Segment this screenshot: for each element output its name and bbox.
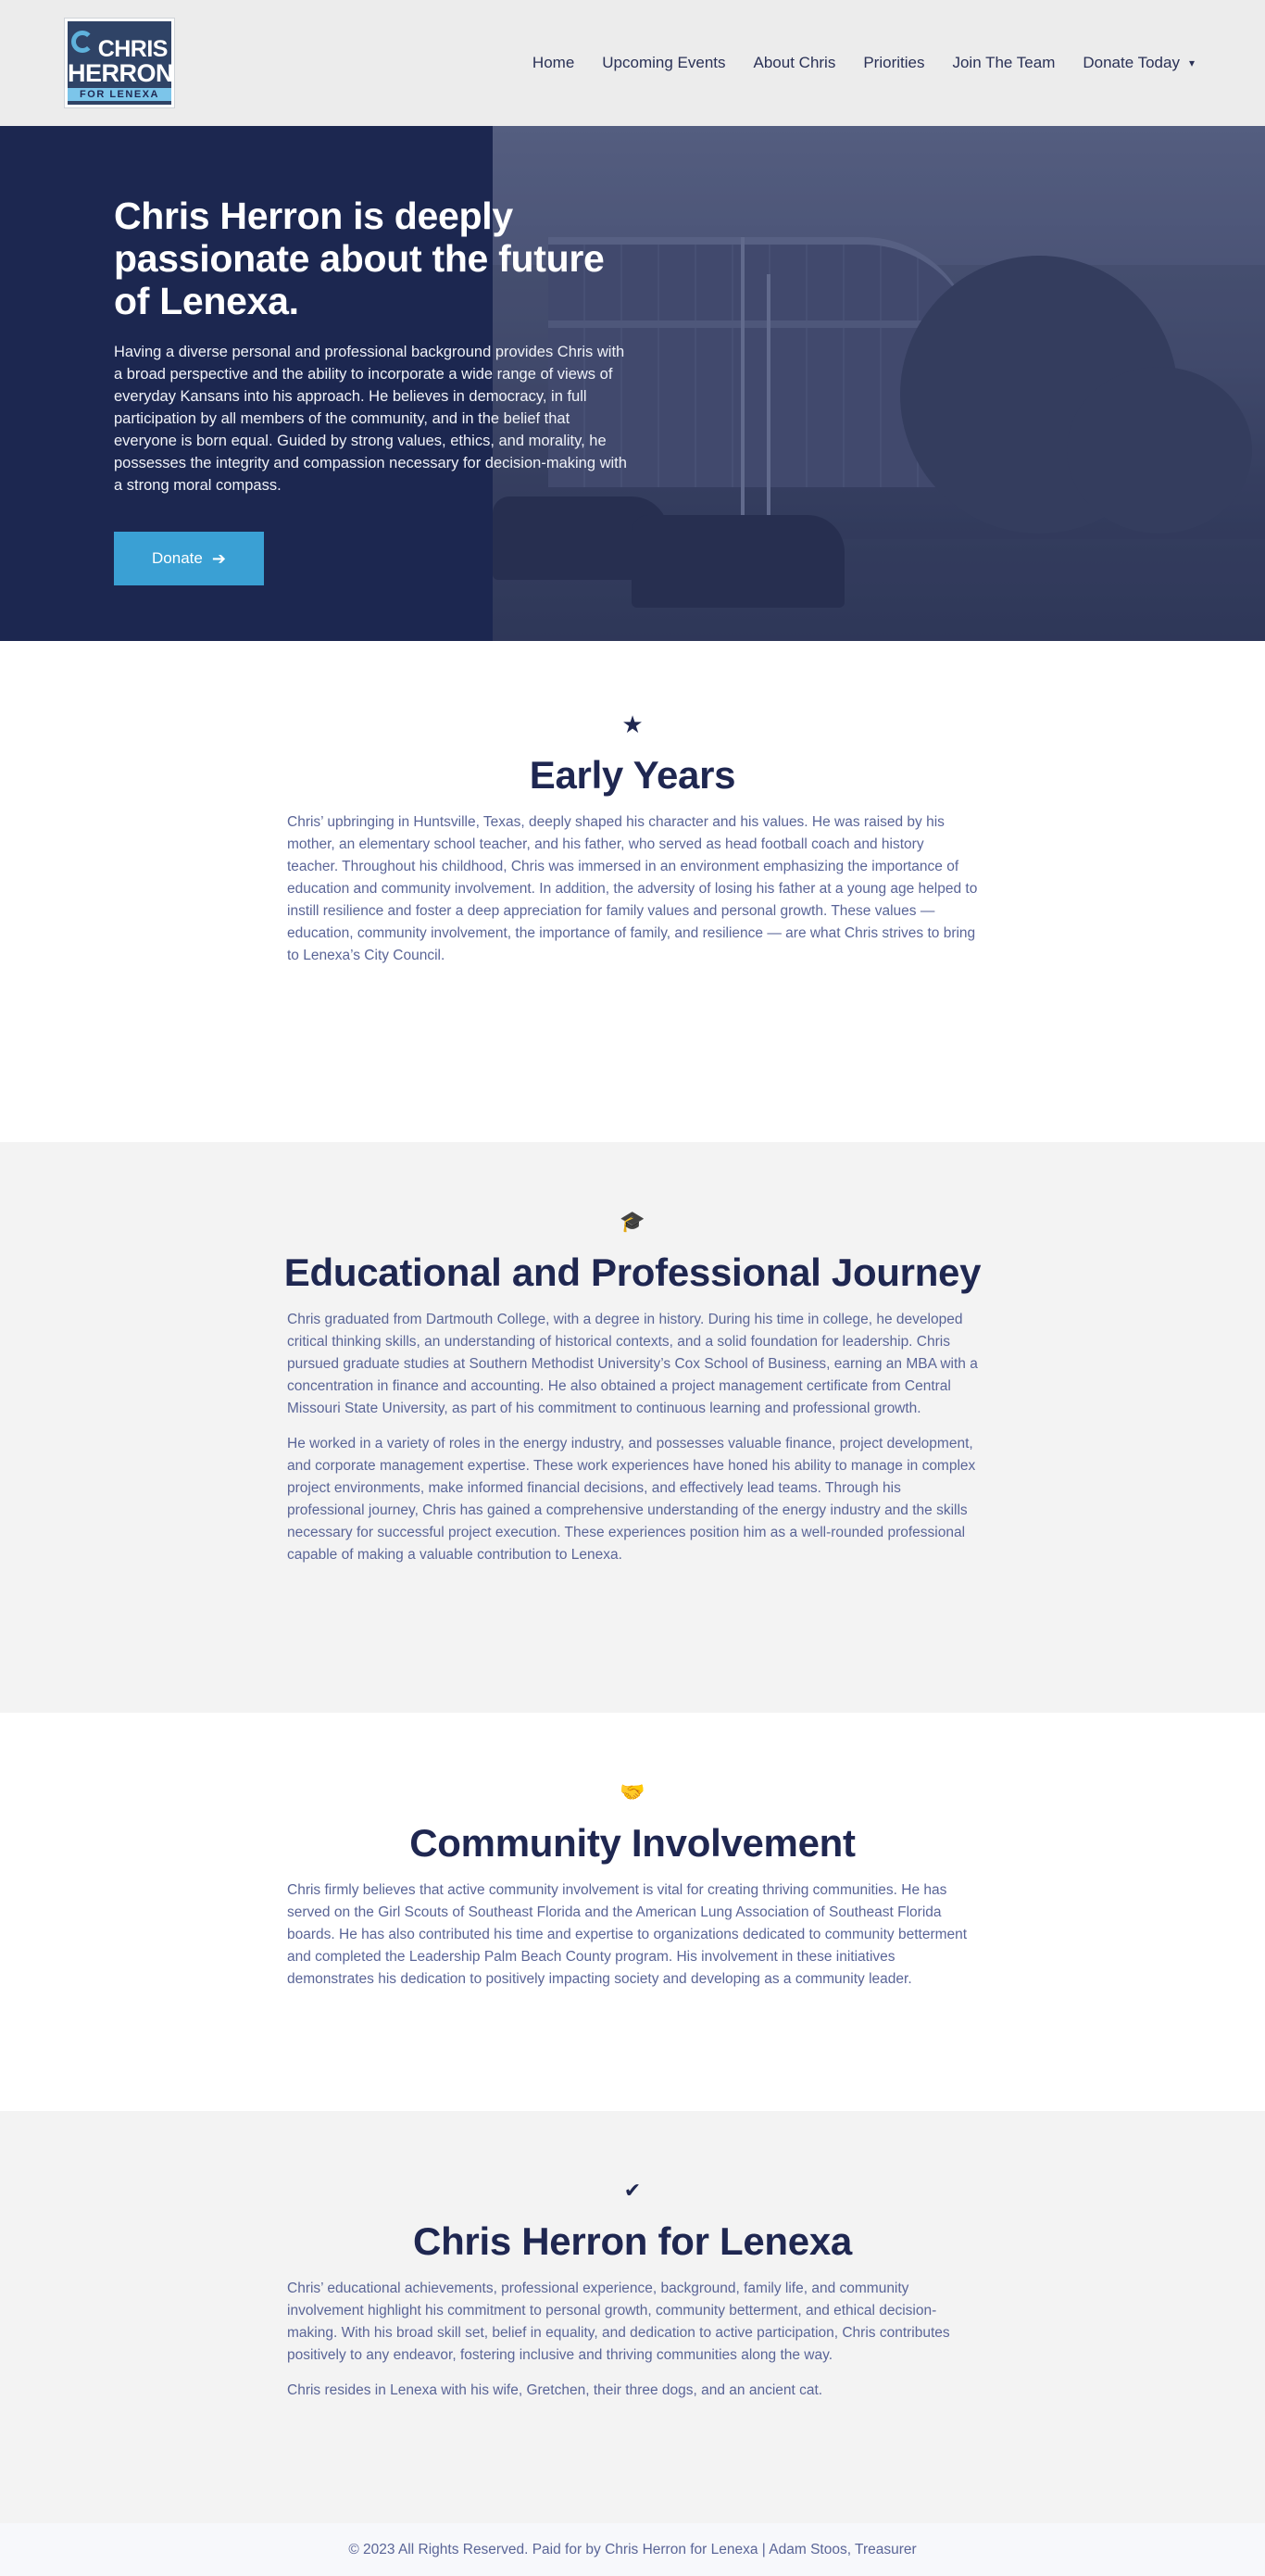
section-for-lenexa: ✔ Chris Herron for Lenexa Chris’ educati… <box>0 2111 1265 2523</box>
section-community-involvement: 🤝 Community Involvement Chris firmly bel… <box>0 1713 1265 2111</box>
section-paragraph: Chris’ upbringing in Huntsville, Texas, … <box>287 814 978 963</box>
checkmark-icon: ✔ <box>623 2179 642 2202</box>
main-nav: Home Upcoming Events About Chris Priorit… <box>519 54 1200 72</box>
section-body: Chris’ educational achievements, profess… <box>287 2278 978 2402</box>
site-footer: © 2023 All Rights Reserved. Paid for by … <box>0 2523 1265 2576</box>
nav-priorities[interactable]: Priorities <box>849 54 938 72</box>
footer-text: © 2023 All Rights Reserved. Paid for by … <box>348 2541 917 2557</box>
arrow-right-icon: ➔ <box>211 548 226 568</box>
section-body: Chris’ upbringing in Huntsville, Texas, … <box>287 811 978 967</box>
hero-text: Having a diverse personal and profession… <box>114 344 627 494</box>
section-title: Community Involvement <box>409 1821 856 1865</box>
graduation-cap-icon: 🎓 <box>620 1210 645 1233</box>
section-title: Educational and Professional Journey <box>283 1250 982 1294</box>
nav-about-chris[interactable]: About Chris <box>740 54 850 72</box>
hero: Chris Herron is deeply passionate about … <box>0 126 1265 641</box>
nav-upcoming-events[interactable]: Upcoming Events <box>588 54 739 72</box>
logo-line-3: FOR LENEXA <box>68 88 171 101</box>
section-body: Chris graduated from Dartmouth College, … <box>287 1309 978 1566</box>
site-logo[interactable]: CHRIS HERRON FOR LENEXA <box>65 19 174 107</box>
donate-button[interactable]: Donate ➔ <box>114 532 264 585</box>
section-paragraph: Chris graduated from Dartmouth College, … <box>287 1312 978 1416</box>
section-paragraph: Chris’ educational achievements, profess… <box>287 2281 950 2363</box>
chevron-down-icon[interactable]: ▾ <box>1189 57 1195 69</box>
section-paragraph: He worked in a variety of roles in the e… <box>287 1436 976 1563</box>
site-header: CHRIS HERRON FOR LENEXA Home Upcoming Ev… <box>0 0 1265 126</box>
section-educational-journey: 🎓 Educational and Professional Journey C… <box>0 1142 1265 1713</box>
logo-line-2: HERRON <box>68 59 174 87</box>
section-body: Chris firmly believes that active commun… <box>287 1879 978 1991</box>
star-icon: ★ <box>621 710 644 738</box>
section-paragraph: Chris firmly believes that active commun… <box>287 1882 968 1987</box>
donate-button-label: Donate <box>152 549 203 567</box>
hero-title: Chris Herron is deeply passionate about … <box>114 195 605 322</box>
handshake-icon: 🤝 <box>620 1780 645 1803</box>
section-paragraph: Chris resides in Lenexa with his wife, G… <box>287 2382 823 2398</box>
section-title: Early Years <box>529 753 736 797</box>
hero-content: Chris Herron is deeply passionate about … <box>114 195 628 585</box>
section-title: Chris Herron for Lenexa <box>413 2219 852 2263</box>
logo-swirl-icon <box>71 31 94 53</box>
nav-home[interactable]: Home <box>519 54 588 72</box>
nav-donate-today[interactable]: Donate Today <box>1069 54 1187 72</box>
nav-join-the-team[interactable]: Join The Team <box>938 54 1069 72</box>
section-early-years: ★ Early Years Chris’ upbringing in Hunts… <box>0 641 1265 1142</box>
